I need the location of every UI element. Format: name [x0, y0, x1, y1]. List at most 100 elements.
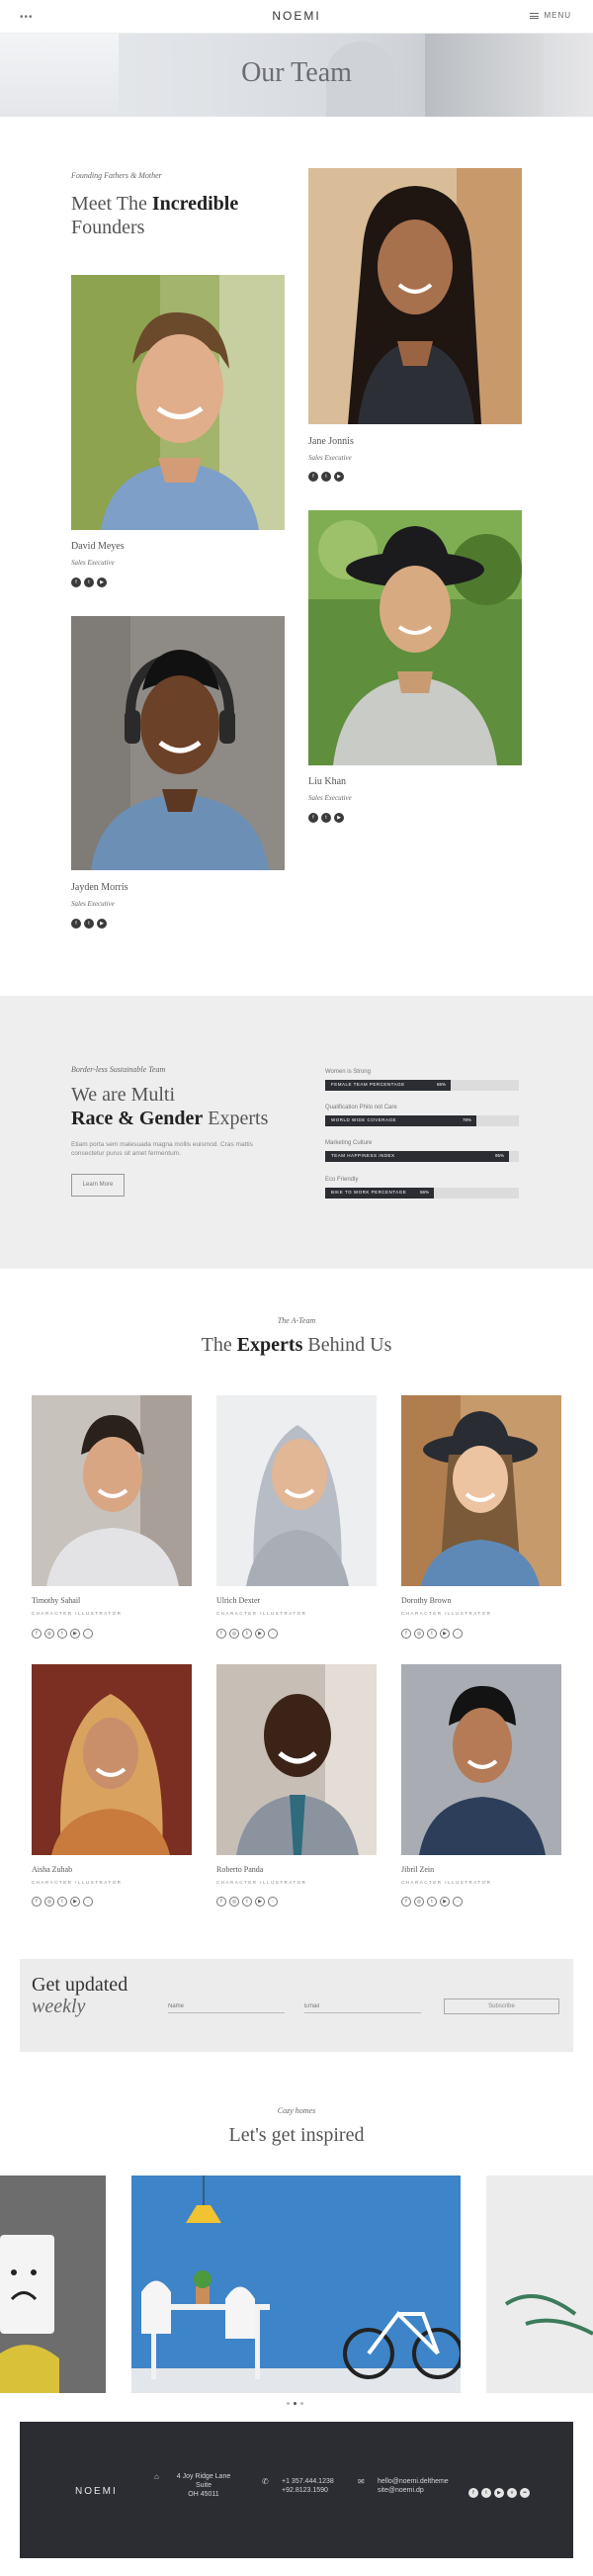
expert-social-links: f ◎ t ▶ ◌ — [401, 1629, 463, 1639]
facebook-icon[interactable]: f — [216, 1897, 226, 1907]
instagram-icon[interactable]: ◎ — [229, 1897, 239, 1907]
founder-photo-jane — [308, 168, 522, 424]
youtube-icon[interactable]: ▶ — [334, 813, 344, 823]
skill-bar-text: Female Team Percentage — [331, 1082, 405, 1087]
twitter-icon[interactable]: t — [242, 1897, 252, 1907]
carousel-dot[interactable] — [300, 2402, 303, 2405]
facebook-icon[interactable]: f — [401, 1897, 411, 1907]
skill-bar-text: World Wide Coverage — [331, 1117, 397, 1122]
expert-role: Character Illustrator — [32, 1611, 123, 1616]
learn-more-button[interactable]: Learn More — [71, 1174, 125, 1197]
expert-social-links: f ◎ t ▶ ◌ — [32, 1897, 93, 1907]
dribbble-icon[interactable]: ◌ — [453, 1897, 463, 1907]
skill-bar-label: Marketing Culture — [325, 1140, 373, 1146]
dribbble-icon[interactable]: ◌ — [453, 1629, 463, 1639]
skill-bar-fill: Bike to Work Percentage 56% — [325, 1188, 434, 1199]
expert-photo-jibril — [401, 1664, 561, 1855]
flickr-icon[interactable]: •• — [520, 2488, 530, 2498]
footer-logo[interactable]: NOEMI — [75, 2486, 118, 2497]
youtube-icon[interactable]: ▶ — [494, 2488, 504, 2498]
menu-button[interactable]: MENU — [530, 11, 571, 20]
founder-photo-david — [71, 275, 285, 530]
twitter-icon[interactable]: t — [321, 813, 331, 823]
facebook-icon[interactable]: f — [308, 813, 318, 823]
youtube-icon[interactable]: ▶ — [97, 577, 107, 587]
skill-bar: Bike to Work Percentage 56% — [325, 1188, 519, 1199]
page-title: Our Team — [241, 57, 352, 88]
carousel-dot[interactable] — [287, 2402, 290, 2405]
hero-banner: Our Team — [0, 34, 593, 117]
expert-photo-roberto — [216, 1664, 377, 1855]
experts-eyebrow: The A-Team — [277, 1316, 316, 1325]
expert-social-links: f ◎ t ▶ ◌ — [216, 1629, 278, 1639]
skill-bar-percent: 78% — [462, 1117, 471, 1122]
email-field[interactable] — [304, 1999, 421, 2013]
subscribe-button[interactable]: Subscribe — [444, 1999, 559, 2014]
facebook-icon[interactable]: f — [71, 919, 81, 929]
vimeo-icon[interactable]: v — [507, 2488, 517, 2498]
skill-bar-percent: 95% — [494, 1153, 504, 1158]
facebook-icon[interactable]: f — [32, 1629, 42, 1639]
instagram-icon[interactable]: ◎ — [414, 1629, 424, 1639]
youtube-icon[interactable]: ▶ — [440, 1897, 450, 1907]
twitter-icon[interactable]: t — [57, 1897, 67, 1907]
twitter-icon[interactable]: t — [84, 577, 94, 587]
twitter-icon[interactable]: t — [321, 472, 331, 482]
expert-name: Ulrich Dexter — [216, 1596, 261, 1605]
instagram-icon[interactable]: ◎ — [414, 1897, 424, 1907]
youtube-icon[interactable]: ▶ — [255, 1897, 265, 1907]
skill-bar-fill: Female Team Percentage 65% — [325, 1080, 451, 1091]
dribbble-icon[interactable]: ◌ — [268, 1629, 278, 1639]
site-logo[interactable]: NOEMI — [0, 9, 593, 23]
twitter-icon[interactable]: t — [427, 1897, 437, 1907]
youtube-icon[interactable]: ▶ — [440, 1629, 450, 1639]
youtube-icon[interactable]: ▶ — [334, 472, 344, 482]
expert-name: Jibril Zein — [401, 1865, 435, 1874]
carousel-dot[interactable] — [294, 2402, 296, 2405]
skill-bar-text: Bike to Work Percentage — [331, 1190, 407, 1195]
dribbble-icon[interactable]: ◌ — [83, 1897, 93, 1907]
facebook-icon[interactable]: f — [468, 2488, 478, 2498]
facebook-icon[interactable]: f — [308, 472, 318, 482]
twitter-icon[interactable]: t — [242, 1629, 252, 1639]
instagram-icon[interactable]: ◎ — [44, 1629, 54, 1639]
dribbble-icon[interactable]: ◌ — [83, 1629, 93, 1639]
youtube-icon[interactable]: ▶ — [255, 1629, 265, 1639]
newsletter-title: Get updated weekly — [32, 1974, 128, 2017]
youtube-icon[interactable]: ▶ — [97, 919, 107, 929]
founder-name: Jane Jonnis — [308, 436, 354, 447]
twitter-icon[interactable]: t — [427, 1629, 437, 1639]
skills-eyebrow: Border-less Sustainable Team — [71, 1065, 166, 1074]
founders-heading: Meet The Incredible Founders — [71, 193, 239, 238]
youtube-icon[interactable]: ▶ — [70, 1897, 80, 1907]
instagram-icon[interactable]: ◎ — [229, 1629, 239, 1639]
facebook-icon[interactable]: f — [216, 1629, 226, 1639]
twitter-icon[interactable]: t — [481, 2488, 491, 2498]
dribbble-icon[interactable]: ◌ — [268, 1897, 278, 1907]
founder-role: Sales Executive — [71, 900, 115, 908]
youtube-icon[interactable]: ▶ — [70, 1629, 80, 1639]
gallery-image-right[interactable] — [486, 2176, 593, 2393]
facebook-icon[interactable]: f — [401, 1629, 411, 1639]
name-field[interactable] — [168, 1999, 285, 2013]
facebook-icon[interactable]: f — [32, 1897, 42, 1907]
gallery-image-center[interactable] — [131, 2176, 461, 2393]
founder-name: Liu Khan — [308, 776, 347, 787]
founder-photo-jayden — [71, 616, 285, 870]
facebook-icon[interactable]: f — [71, 577, 81, 587]
menu-label: MENU — [544, 11, 571, 20]
footer-social-links: f t ▶ v •• — [468, 2488, 530, 2498]
instagram-icon[interactable]: ◎ — [44, 1897, 54, 1907]
expert-social-links: f ◎ t ▶ ◌ — [32, 1629, 93, 1639]
expert-role: Character Illustrator — [401, 1880, 492, 1885]
carousel-dots — [287, 2402, 303, 2405]
skill-bar-label: Women is Strong — [325, 1069, 371, 1075]
phone-icon: ✆ — [262, 2477, 269, 2486]
gallery-image-left[interactable] — [0, 2176, 106, 2393]
founder-social-links: f t ▶ — [308, 813, 344, 823]
expert-name: Dorothy Brown — [401, 1596, 452, 1605]
twitter-icon[interactable]: t — [84, 919, 94, 929]
twitter-icon[interactable]: t — [57, 1629, 67, 1639]
skills-description: Etiam porta sem malesuada magna mollis e… — [71, 1141, 253, 1157]
skill-bar-text: Team Happiness Index — [331, 1153, 395, 1158]
